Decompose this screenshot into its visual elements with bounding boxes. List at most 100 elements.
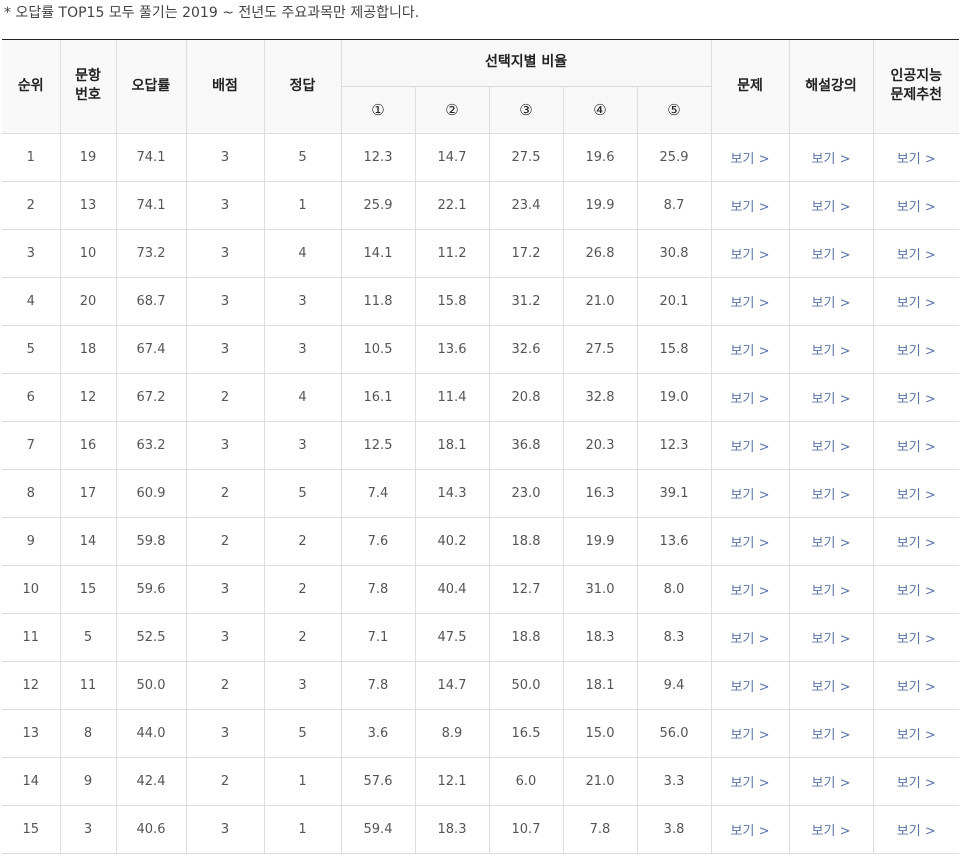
cell-answer: 4 — [263, 229, 342, 278]
lecture-view-link[interactable]: 보기 > — [812, 152, 851, 167]
cell-rank: 7 — [2, 421, 61, 470]
cell-answer: 1 — [263, 757, 342, 806]
cell-error-rate: 73.2 — [115, 229, 187, 278]
problem-view-link[interactable]: 보기 > — [731, 152, 770, 167]
problem-view-link[interactable]: 보기 > — [731, 200, 770, 215]
header-error-rate: 오답률 — [115, 39, 187, 134]
cell-answer: 3 — [263, 277, 342, 326]
cell-choice-2: 18.1 — [414, 421, 490, 470]
cell-ai-recommend: 보기 > — [872, 421, 960, 470]
lecture-view-link[interactable]: 보기 > — [812, 488, 851, 503]
cell-question-number: 19 — [59, 133, 117, 182]
ai-recommend-view-link[interactable]: 보기 > — [897, 488, 936, 503]
ai-recommend-view-link[interactable]: 보기 > — [897, 680, 936, 695]
ai-recommend-view-link[interactable]: 보기 > — [897, 200, 936, 215]
problem-view-link[interactable]: 보기 > — [731, 248, 770, 263]
cell-points: 2 — [185, 517, 265, 566]
problem-view-link[interactable]: 보기 > — [731, 680, 770, 695]
cell-ai-recommend: 보기 > — [872, 229, 960, 278]
ai-recommend-view-link[interactable]: 보기 > — [897, 296, 936, 311]
lecture-view-link[interactable]: 보기 > — [812, 200, 851, 215]
lecture-view-link[interactable]: 보기 > — [812, 728, 851, 743]
lecture-view-link[interactable]: 보기 > — [812, 824, 851, 839]
header-question-number: 문항 번호 — [59, 39, 117, 134]
lecture-view-link[interactable]: 보기 > — [812, 536, 851, 551]
problem-view-link[interactable]: 보기 > — [731, 728, 770, 743]
problem-view-link[interactable]: 보기 > — [731, 440, 770, 455]
lecture-view-link[interactable]: 보기 > — [812, 776, 851, 791]
lecture-view-link[interactable]: 보기 > — [812, 248, 851, 263]
cell-points: 3 — [185, 709, 265, 758]
cell-choice-1: 12.5 — [340, 421, 416, 470]
cell-choice-5: 8.7 — [636, 181, 712, 230]
problem-view-link[interactable]: 보기 > — [731, 488, 770, 503]
cell-answer: 1 — [263, 181, 342, 230]
cell-choice-5: 9.4 — [636, 661, 712, 710]
problem-view-link[interactable]: 보기 > — [731, 344, 770, 359]
ai-recommend-view-link[interactable]: 보기 > — [897, 344, 936, 359]
ai-recommend-view-link[interactable]: 보기 > — [897, 728, 936, 743]
problem-view-link[interactable]: 보기 > — [731, 536, 770, 551]
cell-choice-3: 12.7 — [488, 565, 564, 614]
table-row: 9 14 59.8 2 2 7.6 40.2 18.8 19.9 13.6 보기 > 보기 > 보기 > — [2, 517, 960, 566]
ai-recommend-view-link[interactable]: 보기 > — [897, 584, 936, 599]
ai-recommend-view-link[interactable]: 보기 > — [897, 440, 936, 455]
ai-recommend-view-link[interactable]: 보기 > — [897, 392, 936, 407]
cell-problem: 보기 > — [710, 469, 790, 518]
ai-recommend-view-link[interactable]: 보기 > — [897, 824, 936, 839]
problem-view-link[interactable]: 보기 > — [731, 632, 770, 647]
cell-choice-3: 31.2 — [488, 277, 564, 326]
problem-view-link[interactable]: 보기 > — [731, 584, 770, 599]
cell-problem: 보기 > — [710, 277, 790, 326]
ai-recommend-view-link[interactable]: 보기 > — [897, 536, 936, 551]
header-points: 배점 — [185, 39, 265, 134]
cell-choice-1: 3.6 — [340, 709, 416, 758]
lecture-view-link[interactable]: 보기 > — [812, 296, 851, 311]
lecture-view-link[interactable]: 보기 > — [812, 440, 851, 455]
ai-recommend-view-link[interactable]: 보기 > — [897, 152, 936, 167]
table-row: 12 11 50.0 2 3 7.8 14.7 50.0 18.1 9.4 보기 > 보기 > 보기 > — [2, 661, 960, 710]
problem-view-link[interactable]: 보기 > — [731, 392, 770, 407]
cell-error-rate: 67.4 — [115, 325, 187, 374]
cell-problem: 보기 > — [710, 661, 790, 710]
cell-choice-3: 6.0 — [488, 757, 564, 806]
cell-question-number: 3 — [59, 805, 117, 854]
header-ai-recommend: 인공지능 문제추천 — [872, 39, 960, 134]
cell-choice-4: 31.0 — [562, 565, 638, 614]
cell-rank: 12 — [2, 661, 61, 710]
cell-rank: 5 — [2, 325, 61, 374]
header-problem: 문제 — [710, 39, 790, 134]
lecture-view-link[interactable]: 보기 > — [812, 680, 851, 695]
lecture-view-link[interactable]: 보기 > — [812, 392, 851, 407]
lecture-view-link[interactable]: 보기 > — [812, 344, 851, 359]
ai-recommend-view-link[interactable]: 보기 > — [897, 632, 936, 647]
cell-problem: 보기 > — [710, 565, 790, 614]
cell-error-rate: 42.4 — [115, 757, 187, 806]
cell-choice-4: 27.5 — [562, 325, 638, 374]
header-choice-1: ① — [340, 86, 416, 134]
ai-recommend-view-link[interactable]: 보기 > — [897, 248, 936, 263]
problem-view-link[interactable]: 보기 > — [731, 776, 770, 791]
cell-lecture: 보기 > — [788, 613, 874, 662]
cell-choice-4: 15.0 — [562, 709, 638, 758]
lecture-view-link[interactable]: 보기 > — [812, 584, 851, 599]
cell-answer: 1 — [263, 805, 342, 854]
lecture-view-link[interactable]: 보기 > — [812, 632, 851, 647]
cell-rank: 4 — [2, 277, 61, 326]
cell-lecture: 보기 > — [788, 133, 874, 182]
cell-ai-recommend: 보기 > — [872, 661, 960, 710]
cell-ai-recommend: 보기 > — [872, 757, 960, 806]
cell-choice-1: 59.4 — [340, 805, 416, 854]
cell-choice-4: 19.9 — [562, 181, 638, 230]
problem-view-link[interactable]: 보기 > — [731, 296, 770, 311]
cell-points: 3 — [185, 421, 265, 470]
header-choice-5: ⑤ — [636, 86, 712, 134]
cell-question-number: 17 — [59, 469, 117, 518]
cell-ai-recommend: 보기 > — [872, 805, 960, 854]
problem-view-link[interactable]: 보기 > — [731, 824, 770, 839]
cell-lecture: 보기 > — [788, 277, 874, 326]
ai-recommend-view-link[interactable]: 보기 > — [897, 776, 936, 791]
cell-points: 3 — [185, 805, 265, 854]
cell-ai-recommend: 보기 > — [872, 565, 960, 614]
cell-choice-4: 18.3 — [562, 613, 638, 662]
